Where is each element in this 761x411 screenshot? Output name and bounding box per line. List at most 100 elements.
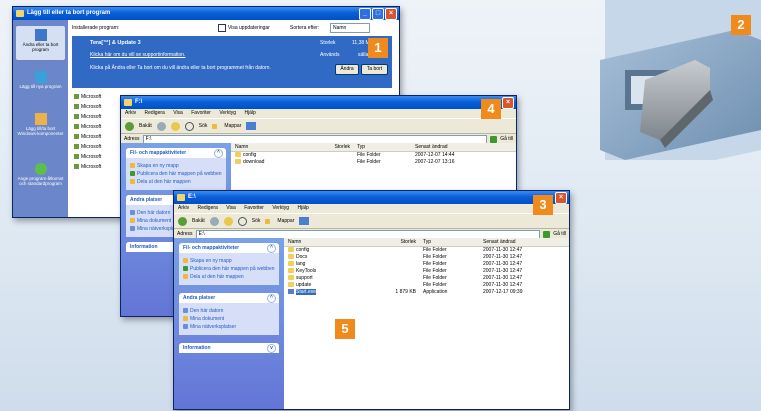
support-link[interactable]: Klicka här om du vill se supportinformat… — [90, 52, 185, 58]
folders-label[interactable]: Mappar — [224, 123, 241, 129]
col-size[interactable]: Storlek — [378, 238, 420, 246]
task-publish[interactable]: Publicera den här mappen på webben — [130, 171, 222, 177]
tasks-panel-header[interactable]: Fil- och mappaktiviteter ^ — [126, 148, 226, 158]
forward-arrow-icon[interactable] — [156, 121, 166, 131]
file-size-cell — [378, 268, 420, 275]
info-panel-header[interactable]: Information v — [179, 343, 279, 353]
table-row[interactable]: KeyTools File Folder 2007-11-30 12:47 — [284, 268, 569, 275]
maximize-button[interactable]: □ — [372, 8, 384, 20]
go-icon[interactable] — [543, 230, 551, 238]
collapse-icon[interactable]: ^ — [267, 294, 276, 303]
task-share[interactable]: Dela ut den här mappen — [130, 179, 222, 185]
file-name-cell[interactable]: update — [284, 282, 378, 289]
table-row[interactable]: support File Folder 2007-11-30 12:47 — [284, 275, 569, 282]
expand-icon[interactable]: v — [267, 344, 276, 353]
menu-favorites[interactable]: Favoriter — [244, 205, 264, 211]
menu-help[interactable]: Hjälp — [297, 205, 308, 211]
back-arrow-icon[interactable] — [125, 121, 134, 131]
col-type[interactable]: Typ — [354, 143, 415, 151]
menu-view[interactable]: Visa — [173, 110, 183, 116]
forward-arrow-icon[interactable] — [209, 216, 219, 226]
collapse-icon[interactable]: ^ — [267, 244, 276, 253]
col-size[interactable]: Storlek — [310, 143, 354, 151]
task-share[interactable]: Dela ut den här mappen — [183, 274, 275, 280]
col-type[interactable]: Typ — [420, 238, 483, 246]
up-folder-icon[interactable] — [170, 121, 180, 131]
file-name-cell[interactable]: download — [231, 159, 310, 166]
search-label[interactable]: Sök — [199, 123, 208, 129]
file-name-cell[interactable]: config — [284, 247, 378, 254]
collapse-icon[interactable]: ^ — [214, 149, 223, 158]
network-icon — [183, 324, 188, 330]
col-modified[interactable]: Senast ändrad — [483, 238, 543, 246]
explorer-f-title: F:\ — [135, 99, 143, 105]
menu-favorites[interactable]: Favoriter — [191, 110, 211, 116]
table-row[interactable]: update File Folder 2007-11-30 12:47 — [284, 282, 569, 289]
close-button[interactable]: × — [385, 8, 397, 20]
col-modified[interactable]: Senast ändrad — [415, 143, 475, 151]
side-item-defaults[interactable]: Ange program-åtkomst och standardprogram — [16, 160, 65, 200]
file-name-cell[interactable]: support — [284, 275, 378, 282]
go-label[interactable]: Gå till — [500, 136, 513, 142]
search-label[interactable]: Sök — [252, 218, 261, 224]
search-icon[interactable] — [237, 216, 247, 226]
back-label[interactable]: Bakåt — [139, 123, 152, 129]
explorer-f-titlebar[interactable]: F:\ × — [121, 96, 516, 109]
menu-view[interactable]: Visa — [226, 205, 236, 211]
task-new-folder[interactable]: Skapa en ny mapp — [130, 163, 222, 169]
menu-edit[interactable]: Redigera — [145, 110, 165, 116]
col-name[interactable]: Namn — [231, 143, 310, 151]
menu-help[interactable]: Hjälp — [244, 110, 255, 116]
task-new-folder[interactable]: Skapa en ny mapp — [183, 258, 275, 264]
toolbar: Bakåt Sök Mappar — [121, 118, 516, 134]
places-panel-header[interactable]: Andra platser ^ — [179, 293, 279, 303]
file-name-cell[interactable]: Docs — [284, 254, 378, 261]
up-folder-icon[interactable] — [223, 216, 233, 226]
table-row[interactable]: Docs File Folder 2007-11-30 12:47 — [284, 254, 569, 261]
show-updates-checkbox[interactable] — [218, 24, 226, 32]
add-remove-titlebar[interactable]: Lägg till eller ta bort program _ □ × — [13, 7, 399, 20]
side-item-windows-components[interactable]: Lägg till/ta bort Windows-komponenter — [16, 110, 65, 146]
change-button[interactable]: Ändra — [335, 64, 359, 75]
side-item-add-new[interactable]: Lägg till nya program — [16, 68, 65, 102]
back-label[interactable]: Bakåt — [192, 218, 205, 224]
search-icon[interactable] — [184, 121, 194, 131]
table-row[interactable]: config File Folder 2007-12-07 14:44 — [231, 152, 516, 159]
remove-button[interactable]: Ta bort — [361, 64, 388, 75]
side-item-change-remove[interactable]: Ändra eller ta bort program — [16, 26, 65, 60]
go-label[interactable]: Gå till — [553, 231, 566, 237]
col-name[interactable]: Namn — [284, 238, 378, 246]
tasks-panel-header[interactable]: Fil- och mappaktiviteter ^ — [179, 243, 279, 253]
menu-tools[interactable]: Verktyg — [272, 205, 289, 211]
toolbar: Bakåt Sök Mappar — [174, 213, 569, 229]
close-button[interactable]: × — [555, 192, 567, 204]
minimize-button[interactable]: _ — [359, 8, 371, 20]
views-icon[interactable] — [299, 217, 310, 225]
table-row[interactable]: download File Folder 2007-12-07 13:16 — [231, 159, 516, 166]
table-row[interactable]: Start.exe 1 879 KB Application 2007-12-17 0… — [284, 289, 569, 296]
menu-edit[interactable]: Redigera — [198, 205, 218, 211]
menu-file[interactable]: Arkiv — [178, 205, 189, 211]
file-name-cell[interactable]: lang — [284, 261, 378, 268]
file-name-cell[interactable]: Start.exe — [284, 289, 378, 296]
place-my-computer[interactable]: Den här datorn — [183, 308, 275, 314]
folders-icon[interactable] — [265, 218, 271, 224]
folders-label[interactable]: Mappar — [277, 218, 294, 224]
sort-select[interactable]: Namn — [330, 23, 370, 33]
file-name-cell[interactable]: KeyTools — [284, 268, 378, 275]
table-row[interactable]: config File Folder 2007-11-30 12:47 — [284, 247, 569, 254]
place-my-documents[interactable]: Mina dokument — [183, 316, 275, 322]
file-name-cell[interactable]: config — [231, 152, 310, 159]
go-icon[interactable] — [490, 135, 498, 143]
close-button[interactable]: × — [502, 97, 514, 109]
menu-tools[interactable]: Verktyg — [219, 110, 236, 116]
task-publish[interactable]: Publicera den här mappen på webben — [183, 266, 275, 272]
menu-file[interactable]: Arkiv — [125, 110, 136, 116]
place-network[interactable]: Mina nätverksplatser — [183, 324, 275, 330]
explorer-e-titlebar[interactable]: E:\ × — [174, 191, 569, 204]
selected-program-block[interactable]: Tera[™] & Update 3 Storlek 11,38 MB Klic… — [72, 36, 392, 88]
back-arrow-icon[interactable] — [178, 216, 187, 226]
table-row[interactable]: lang File Folder 2007-11-30 12:47 — [284, 261, 569, 268]
folders-icon[interactable] — [212, 123, 218, 129]
views-icon[interactable] — [246, 122, 257, 130]
